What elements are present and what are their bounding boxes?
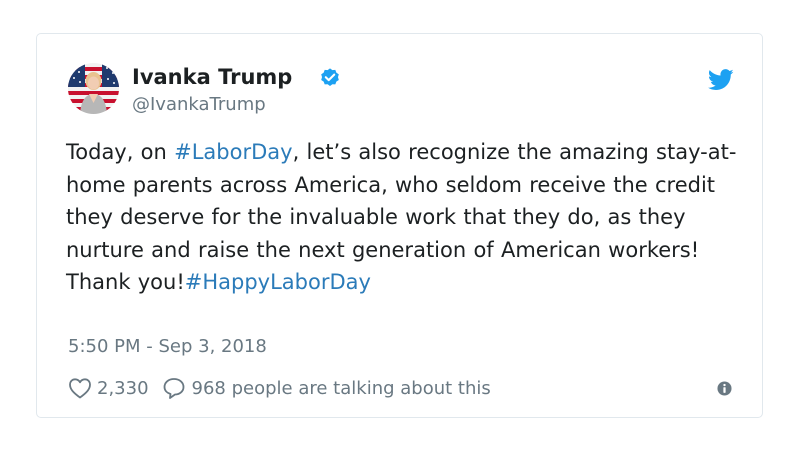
- speech-bubble-icon[interactable]: [162, 377, 186, 399]
- avatar-image: [68, 63, 119, 114]
- author-name[interactable]: Ivanka Trump: [132, 63, 292, 91]
- like-count[interactable]: 2,330: [97, 378, 149, 399]
- talking-about-count[interactable]: 968 people are talking about this: [192, 378, 491, 399]
- author-handle[interactable]: @IvankaTrump: [132, 93, 266, 117]
- tweet-text: Today, on #LaborDay, let’s also recogniz…: [66, 136, 746, 299]
- twitter-bird-icon[interactable]: [708, 69, 734, 91]
- hashtag-laborday[interactable]: #LaborDay: [174, 140, 292, 164]
- author-avatar[interactable]: [68, 63, 119, 114]
- verified-badge-icon: [321, 68, 339, 86]
- engagement-bar: 2,330 968 people are talking about this: [68, 375, 491, 401]
- tweet-embed-card: Ivanka Trump @IvankaTrump Today, on #Lab…: [36, 33, 763, 418]
- tweet-timestamp[interactable]: 5:50 PM - Sep 3, 2018: [68, 335, 267, 359]
- info-icon[interactable]: [717, 381, 732, 396]
- tweet-text-segment: Today, on: [66, 140, 175, 164]
- heart-icon[interactable]: [68, 377, 92, 399]
- hashtag-happylaborday[interactable]: #HappyLaborDay: [185, 270, 371, 294]
